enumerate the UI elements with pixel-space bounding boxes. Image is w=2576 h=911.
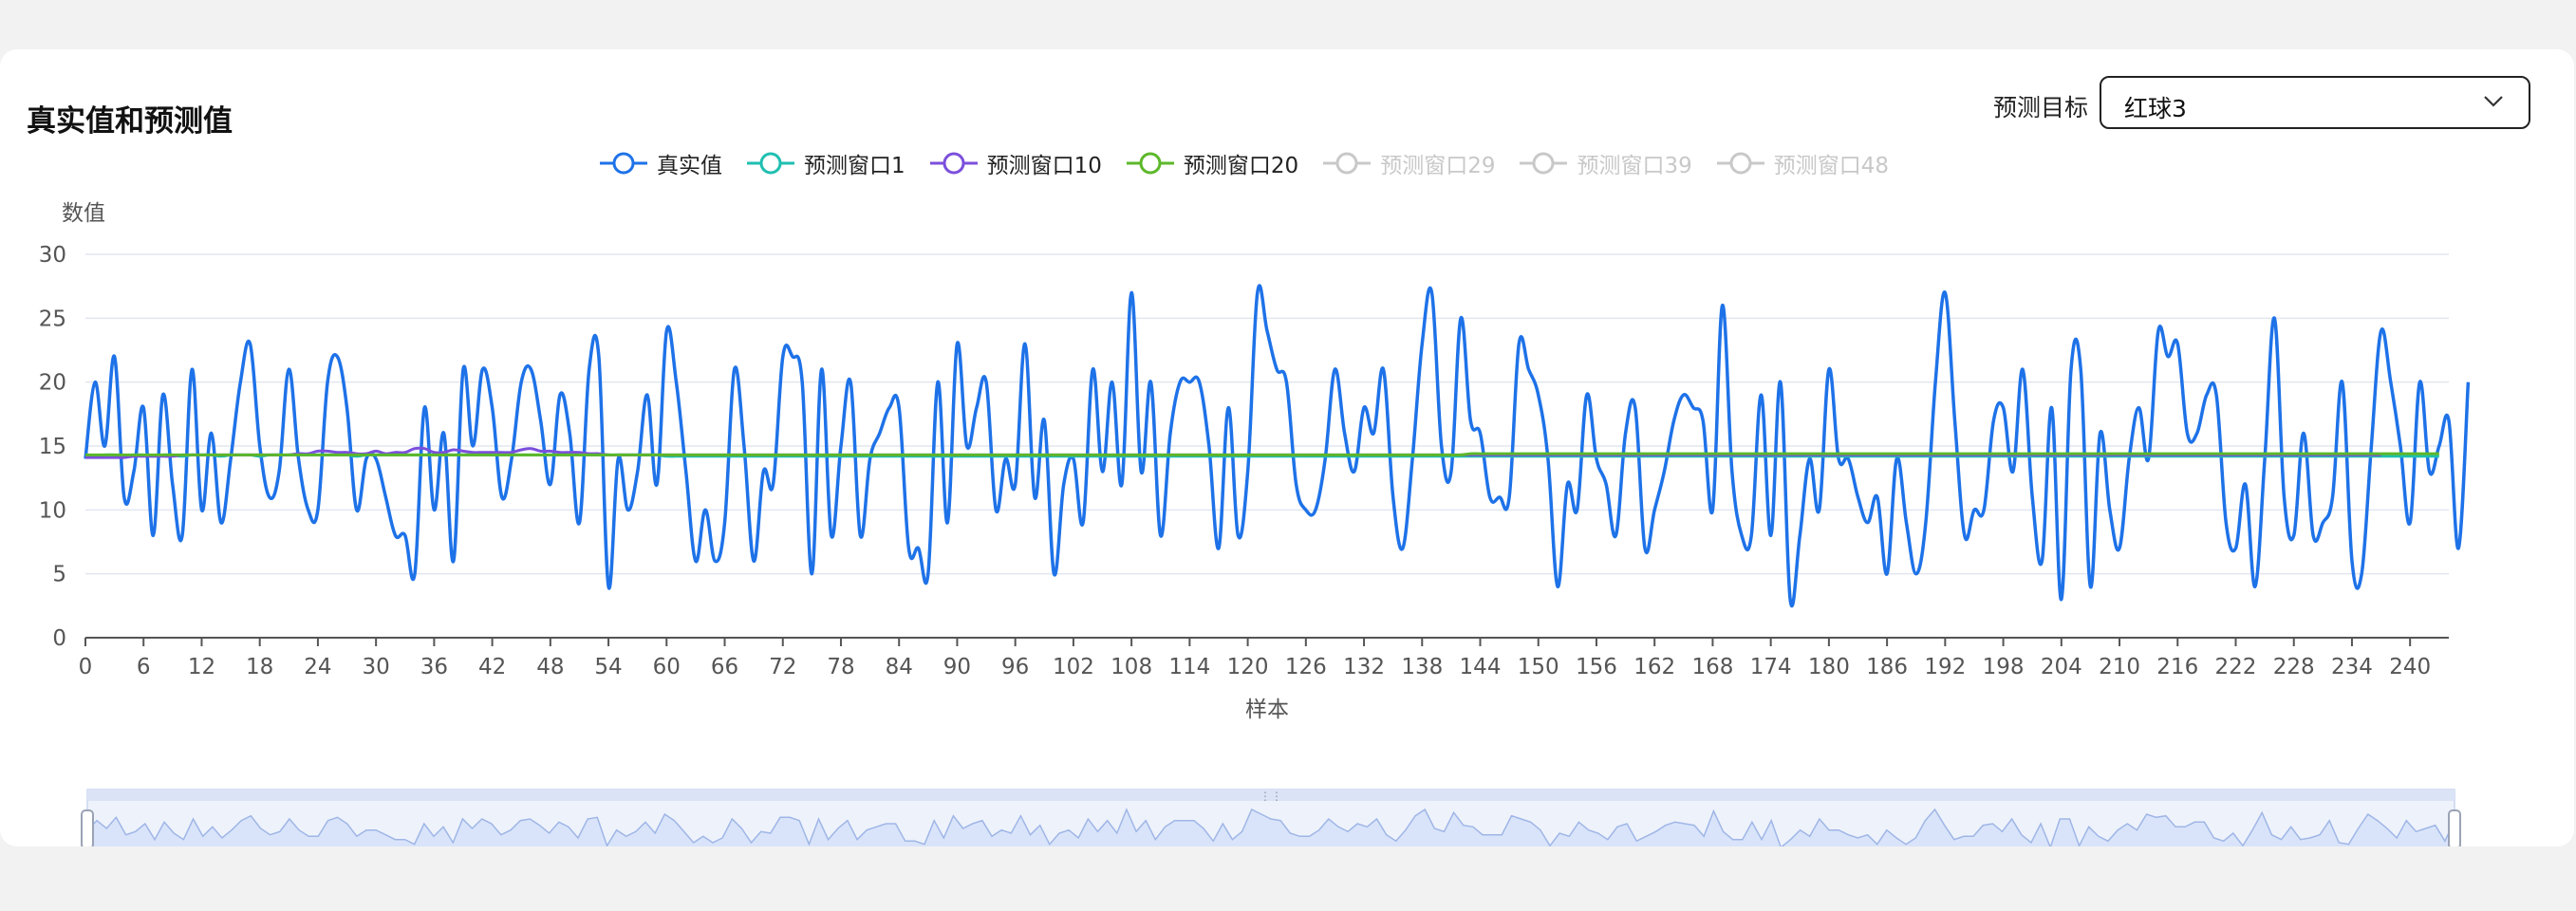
x-tick-label: 24 <box>304 655 331 679</box>
x-tick-label: 96 <box>1001 655 1029 679</box>
x-tick-label: 54 <box>594 655 622 679</box>
x-tick-label: 168 <box>1691 655 1733 679</box>
x-tick-label: 216 <box>2156 655 2198 679</box>
x-tick-label: 108 <box>1111 655 1152 679</box>
x-tick-label: 78 <box>827 655 854 679</box>
x-tick-label: 204 <box>2041 655 2082 679</box>
x-tick-label: 102 <box>1053 655 1094 679</box>
x-tick-label: 132 <box>1343 655 1385 679</box>
y-tick-label: 25 <box>39 307 66 331</box>
x-tick-label: 180 <box>1808 655 1850 679</box>
line-chart: 0 5 10 15 20 25 30 数值 0 6 12 18 24 30 36 42 48 54 60 66 72 78… <box>39 201 2471 846</box>
y-tick-label: 0 <box>52 626 66 651</box>
x-tick-label: 162 <box>1633 655 1675 679</box>
y-tick-label: 10 <box>39 498 66 523</box>
y-tick-label: 15 <box>39 435 66 459</box>
top-strip <box>0 0 2576 11</box>
x-tick-label: 222 <box>2215 655 2257 679</box>
x-tick-label: 240 <box>2389 655 2431 679</box>
x-tick-label: 6 <box>137 655 151 679</box>
x-tick-label: 120 <box>1227 655 1269 679</box>
zoom-handle-right[interactable] <box>2448 809 2461 846</box>
x-tick-label: 90 <box>943 655 971 679</box>
x-tick-label: 84 <box>886 655 913 679</box>
zoom-handle-left[interactable] <box>81 809 94 846</box>
x-tick-label: 138 <box>1401 655 1443 679</box>
x-tick-label: 114 <box>1168 655 1210 679</box>
x-tick-label: 150 <box>1518 655 1559 679</box>
x-tick-label: 42 <box>478 655 506 679</box>
zoom-grip-icon: ⋮⋮ <box>1260 790 1282 803</box>
x-tick-label: 144 <box>1460 655 1502 679</box>
y-tick-label: 5 <box>52 563 66 587</box>
x-tick-label: 72 <box>769 655 796 679</box>
x-tick-label: 174 <box>1750 655 1792 679</box>
x-tick-label: 186 <box>1866 655 1908 679</box>
x-tick-label: 36 <box>420 655 448 679</box>
chart-card: 真实值和预测值 预测目标 红球3 真实值 预测窗口1 预测窗口10 预测窗口20 预测窗… <box>0 49 2574 846</box>
x-tick-label: 60 <box>653 655 681 679</box>
x-tick-label: 198 <box>1983 655 2025 679</box>
x-tick-label: 0 <box>79 655 93 679</box>
x-tick-label: 192 <box>1924 655 1966 679</box>
x-tick-label: 18 <box>246 655 273 679</box>
x-axis-label: 样本 <box>1245 697 1289 722</box>
y-axis-label: 数值 <box>62 201 105 226</box>
x-tick-label: 156 <box>1576 655 1617 679</box>
x-tick-label: 234 <box>2331 655 2373 679</box>
y-tick-label: 30 <box>39 243 66 268</box>
x-tick-label: 12 <box>188 655 215 679</box>
x-tick-label: 30 <box>363 655 390 679</box>
x-tick-label: 126 <box>1285 655 1327 679</box>
y-tick-label: 20 <box>39 371 66 396</box>
x-tick-label: 48 <box>536 655 564 679</box>
x-tick-label: 210 <box>2099 655 2140 679</box>
x-tick-label: 228 <box>2273 655 2315 679</box>
series-line-window-20 <box>84 452 2439 457</box>
x-tick-label: 66 <box>711 655 738 679</box>
